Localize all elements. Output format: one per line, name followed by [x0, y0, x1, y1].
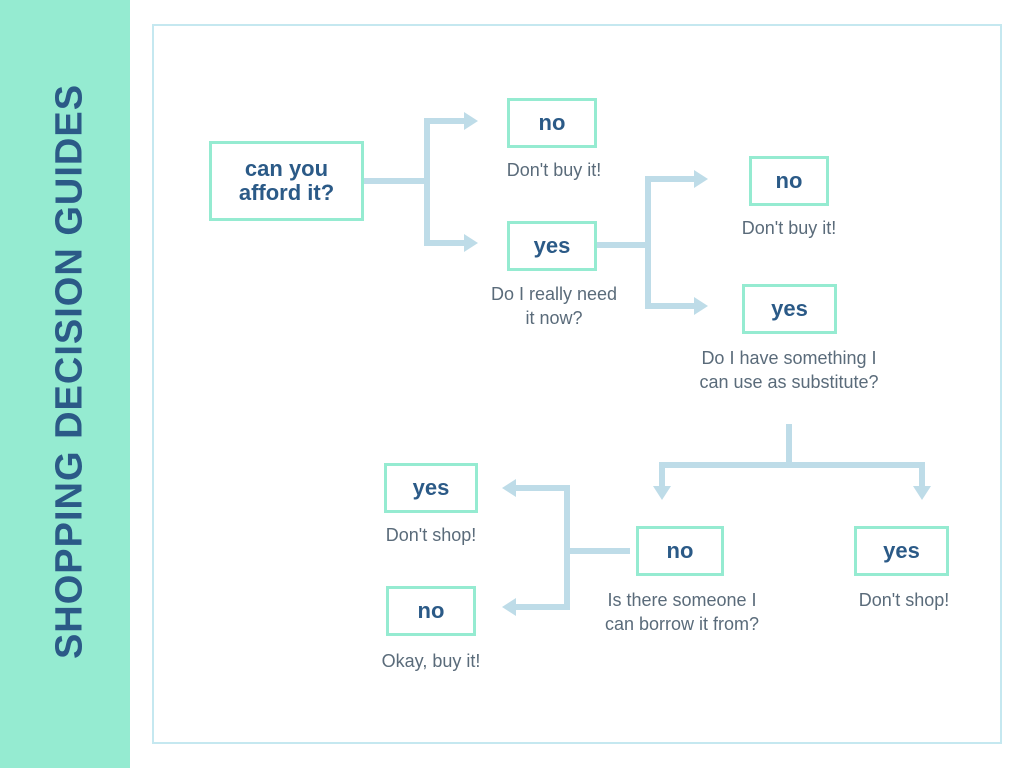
connector: [514, 604, 568, 610]
node-need-no: no: [749, 156, 829, 206]
connector: [514, 485, 568, 491]
node-afford-no: no: [507, 98, 597, 148]
connector: [424, 118, 468, 124]
connector: [786, 424, 792, 462]
connector: [364, 178, 424, 184]
arrowhead-icon: [653, 486, 671, 500]
sidebar: SHOPPING DECISION GUIDES: [0, 0, 130, 768]
node-need-yes: yes: [742, 284, 837, 334]
caption-sub-no: Is there someone I can borrow it from?: [602, 588, 762, 637]
connector: [424, 118, 430, 246]
main-frame: can you afford it? no Don't buy it! yes …: [152, 24, 1002, 744]
caption-need-no: Don't buy it!: [719, 216, 859, 240]
node-afford-yes: yes: [507, 221, 597, 271]
arrowhead-icon: [913, 486, 931, 500]
node-sub-no: no: [636, 526, 724, 576]
connector: [424, 240, 468, 246]
caption-borrow-no: Okay, buy it!: [358, 649, 504, 673]
connector: [645, 176, 697, 182]
arrowhead-icon: [502, 598, 516, 616]
connector: [645, 303, 697, 309]
page-title: SHOPPING DECISION GUIDES: [49, 32, 92, 712]
arrowhead-icon: [694, 170, 708, 188]
caption-borrow-yes: Don't shop!: [361, 523, 501, 547]
connector: [564, 548, 630, 554]
connector: [645, 176, 651, 309]
caption-afford-no: Don't buy it!: [484, 158, 624, 182]
arrowhead-icon: [464, 234, 478, 252]
caption-sub-yes: Don't shop!: [824, 588, 984, 612]
node-borrow-yes: yes: [384, 463, 478, 513]
node-sub-yes: yes: [854, 526, 949, 576]
caption-need-yes: Do I have something I can use as substit…: [694, 346, 884, 395]
arrowhead-icon: [464, 112, 478, 130]
connector: [659, 462, 925, 468]
node-can-you-afford-it: can you afford it?: [209, 141, 364, 221]
arrowhead-icon: [502, 479, 516, 497]
connector: [597, 242, 645, 248]
connector: [564, 485, 570, 610]
arrowhead-icon: [694, 297, 708, 315]
node-borrow-no: no: [386, 586, 476, 636]
caption-afford-yes: Do I really need it now?: [484, 282, 624, 331]
